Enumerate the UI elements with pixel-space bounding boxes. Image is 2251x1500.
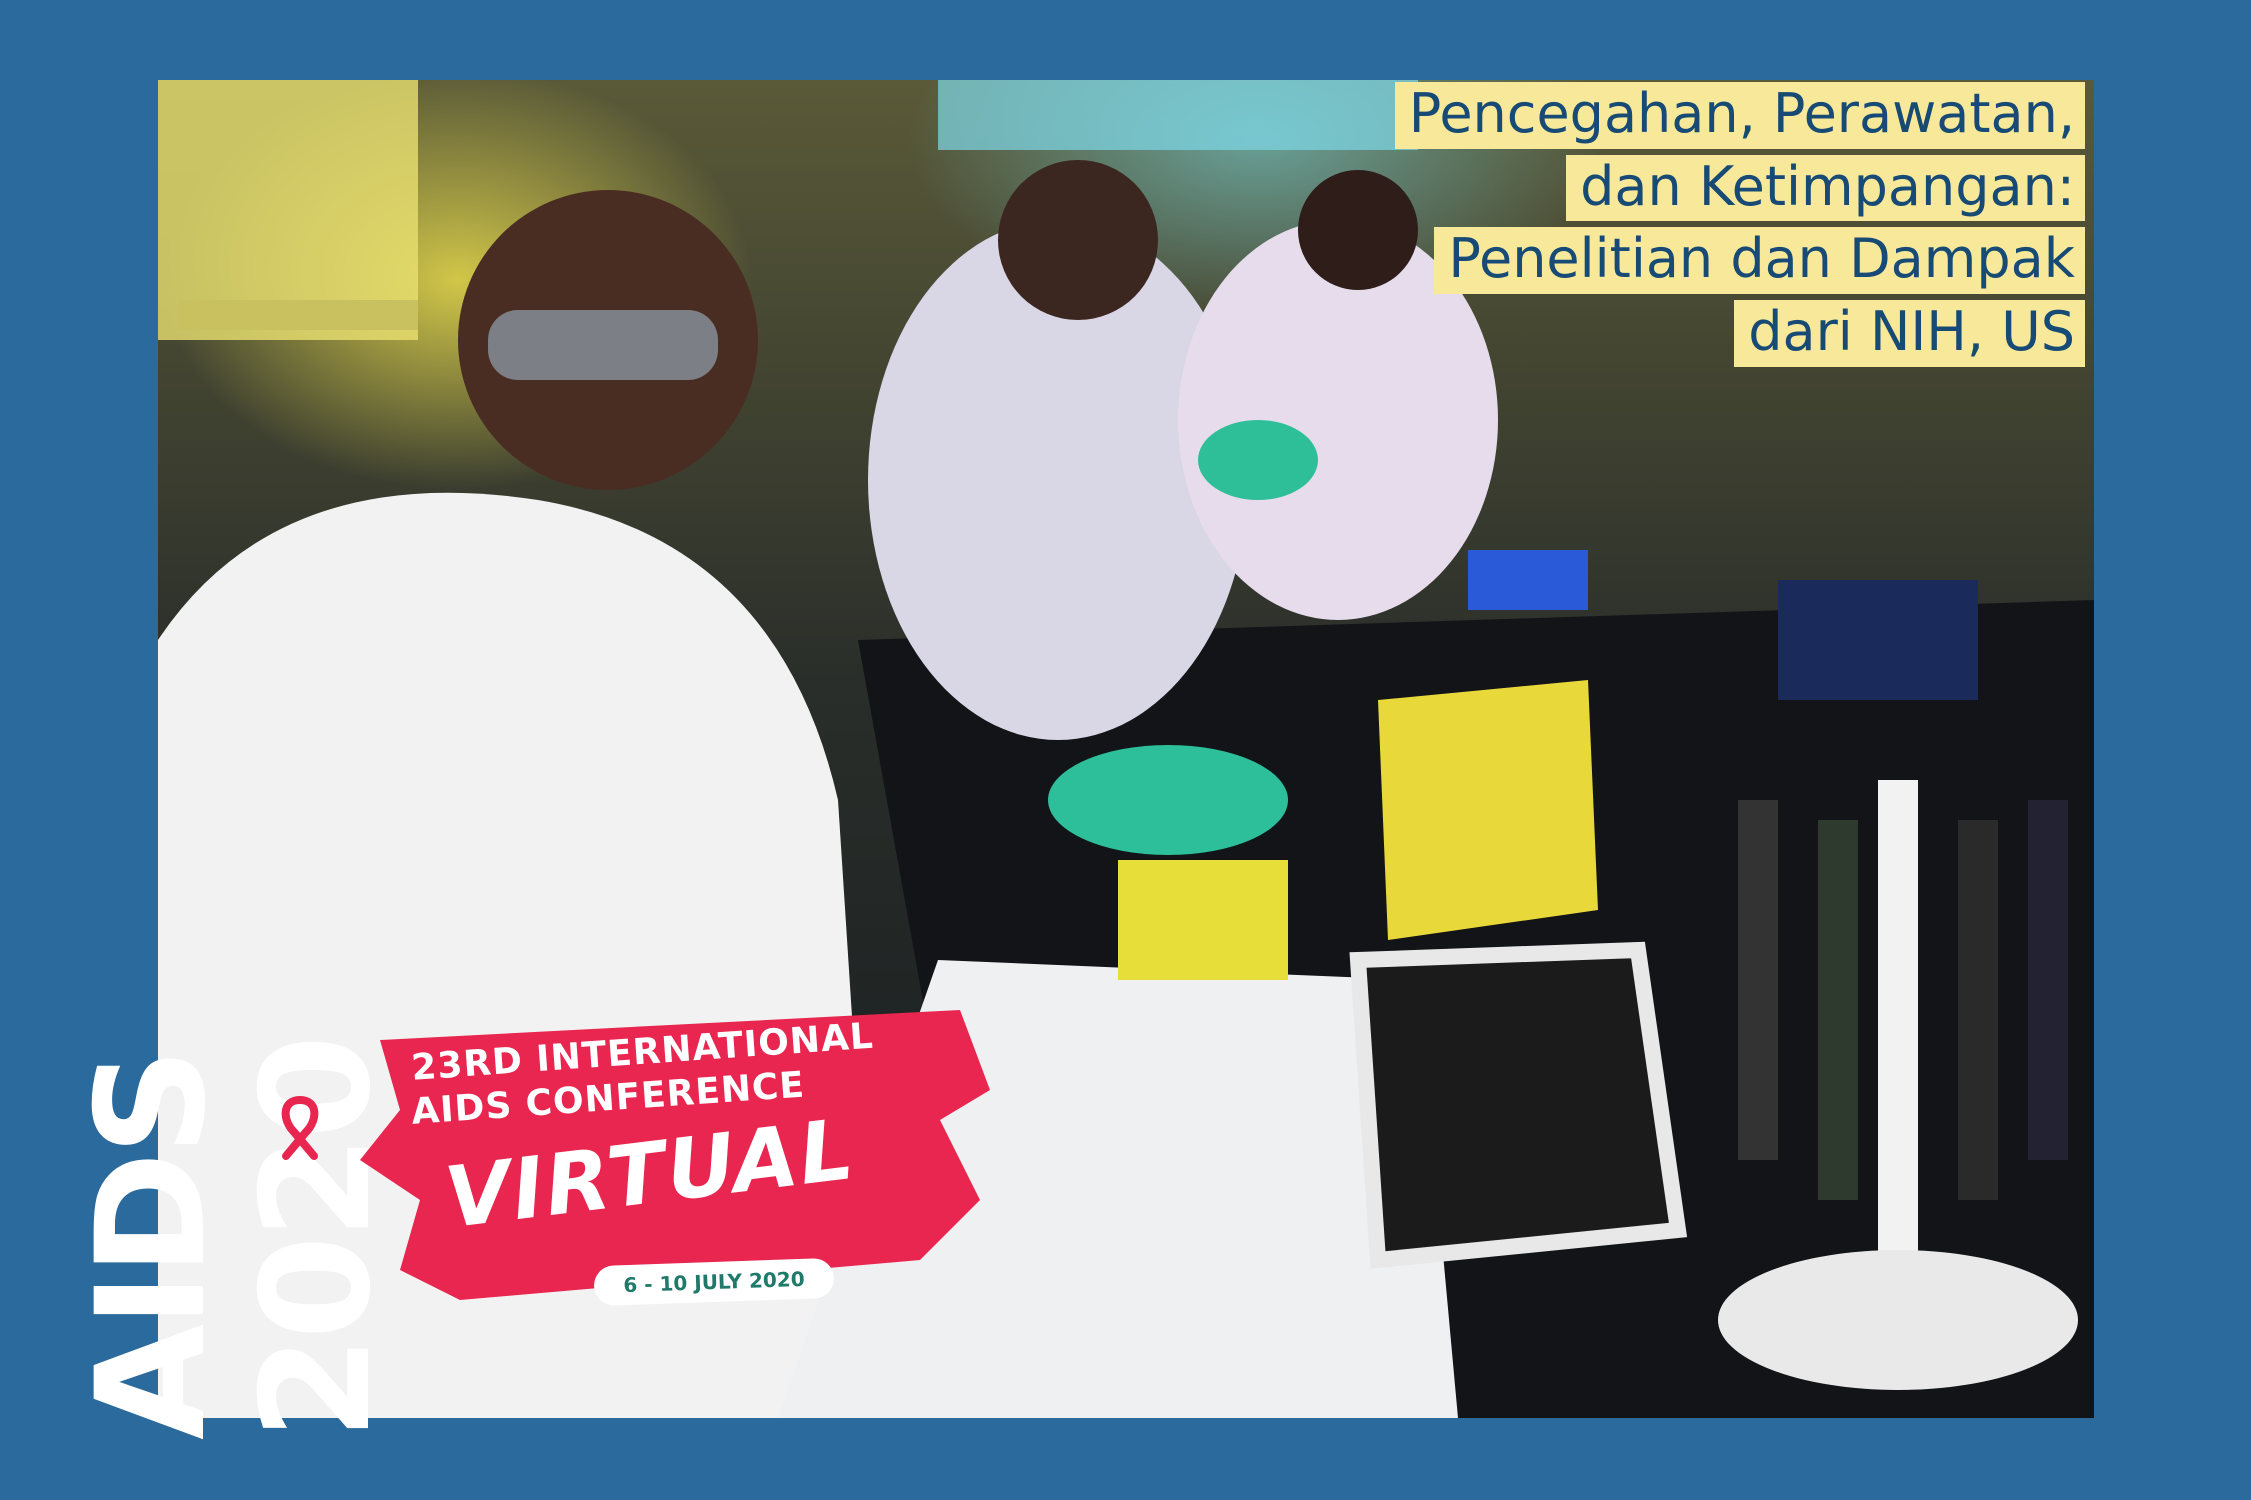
conference-banner: 23RD INTERNATIONAL AIDS CONFERENCE VIRTU… [340, 1000, 1020, 1307]
headline-line-2: dan Ketimpangan: [1566, 154, 2085, 222]
headline-block: Pencegahan, Perawatan, dan Ketimpangan: … [1394, 82, 2085, 373]
aids-word: AIDS [65, 1052, 239, 1440]
headline-line-4: dari NIH, US [1734, 300, 2085, 367]
conference-date: 6 - 10 JULY 2020 [622, 1266, 806, 1298]
headline-line-1: Pencegahan, Perawatan, [1394, 82, 2085, 149]
headline-line-3: Penelitian dan Dampak [1434, 227, 2085, 295]
date-pill: 6 - 10 JULY 2020 [593, 1257, 835, 1307]
